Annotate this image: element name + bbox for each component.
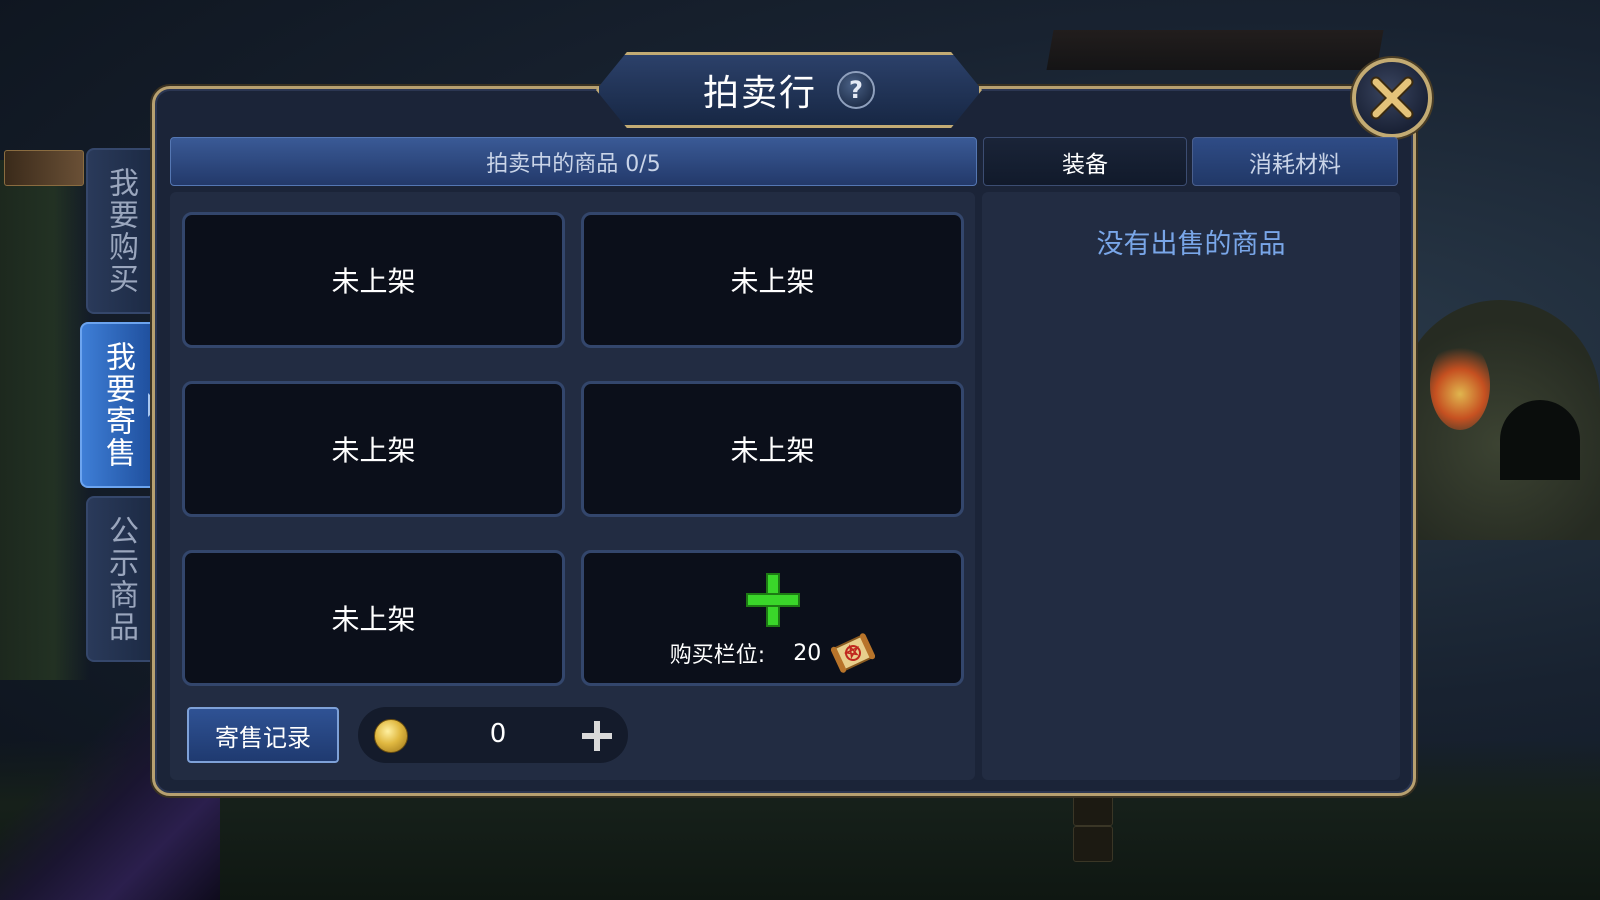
side-tab-public[interactable]: 公示商品 <box>86 496 152 662</box>
consign-slot[interactable]: 未上架 <box>182 212 565 348</box>
tab-consumables[interactable]: 消耗材料 <box>1192 137 1398 186</box>
bg-fire <box>1430 340 1490 430</box>
selling-items-header: 拍卖中的商品 0/5 <box>170 137 977 186</box>
close-icon <box>1370 76 1414 120</box>
tab-equipment[interactable]: 装备 <box>983 137 1187 186</box>
side-tab-label: 我要寄售 <box>100 341 135 469</box>
tab-label: 装备 <box>1062 151 1108 178</box>
bg-cave <box>1500 400 1580 480</box>
side-tab-label: 公示商品 <box>103 515 138 643</box>
window-title: 拍卖行 <box>702 73 817 114</box>
coin-value: 0 <box>489 719 507 749</box>
side-tab-label: 我要购买 <box>103 167 138 295</box>
coin-icon <box>374 719 408 753</box>
slot-label: 未上架 <box>331 265 416 298</box>
slot-label: 未上架 <box>730 265 815 298</box>
buy-slot-value: 20 <box>793 640 822 666</box>
record-button-label: 寄售记录 <box>215 723 311 752</box>
add-coin-icon[interactable] <box>582 721 612 751</box>
bg-mini-widget <box>4 150 84 186</box>
listing-panel: 没有出售的商品 <box>982 192 1400 780</box>
consign-slot[interactable]: 未上架 <box>182 381 565 517</box>
consign-record-button[interactable]: 寄售记录 <box>187 707 339 763</box>
plus-icon <box>745 573 800 627</box>
consign-slot[interactable]: 未上架 <box>581 381 964 517</box>
scroll-icon <box>831 633 876 673</box>
close-button[interactable] <box>1352 58 1432 138</box>
consign-slot[interactable]: 未上架 <box>182 550 565 686</box>
slot-label: 未上架 <box>730 434 815 467</box>
bg-tree <box>0 160 90 680</box>
help-icon[interactable]: ? <box>837 71 875 109</box>
bg-roof <box>1046 30 1384 70</box>
tab-label: 消耗材料 <box>1249 151 1341 178</box>
slot-label: 未上架 <box>331 603 416 636</box>
empty-listing-message: 没有出售的商品 <box>1096 229 1286 260</box>
selling-items-label: 拍卖中的商品 0/5 <box>486 151 661 177</box>
side-tab-consign[interactable]: 我要寄售 <box>80 322 152 488</box>
consign-slot[interactable]: 未上架 <box>581 212 964 348</box>
buy-slot-label: 购买栏位: <box>669 643 766 668</box>
side-tab-buy[interactable]: 我要购买 <box>86 148 152 314</box>
bg-tag <box>1073 826 1113 862</box>
buy-slot-button[interactable]: 购买栏位: 20 <box>581 550 964 686</box>
title-plate: 拍卖行 ? <box>596 52 982 128</box>
currency-bar: 0 <box>358 707 628 763</box>
slot-label: 未上架 <box>331 434 416 467</box>
buy-slot-cost: 购买栏位: 20 <box>669 633 876 673</box>
